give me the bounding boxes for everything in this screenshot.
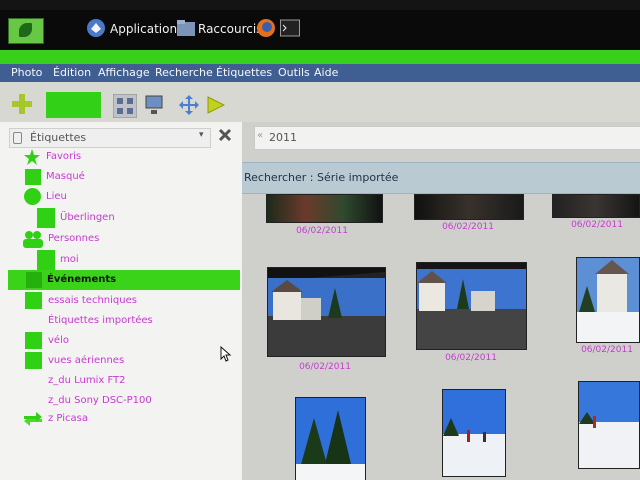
- menu-tools[interactable]: Outils: [278, 66, 310, 79]
- tree-item-hidden[interactable]: Masqué: [0, 168, 242, 186]
- applications-icon[interactable]: [86, 18, 106, 38]
- search-info-bar: Rechercher : Série importée: [242, 162, 640, 194]
- photo-date: 06/02/2011: [299, 362, 351, 372]
- tree-item-label: vélo: [48, 335, 69, 346]
- shortcuts-menu[interactable]: Raccourcis: [198, 22, 262, 36]
- menu-view[interactable]: Affichage: [98, 66, 150, 79]
- tree-item-me[interactable]: moi: [0, 250, 242, 272]
- search-handle-icon: «: [257, 130, 264, 141]
- main-menu-button[interactable]: [8, 18, 44, 44]
- title-bar: [0, 50, 640, 64]
- tag-icon: [13, 132, 22, 144]
- tree-item-label: Personnes: [48, 233, 100, 244]
- tree-item-label: moi: [60, 254, 79, 265]
- tree-item-favorites[interactable]: Favoris: [0, 148, 242, 166]
- toolbar: [0, 82, 640, 123]
- tree-item-label: Überlingen: [60, 212, 115, 223]
- photo-thumbnail[interactable]: [442, 389, 506, 477]
- tag-source-value: Étiquettes: [30, 131, 87, 144]
- tree-item-tech-tests[interactable]: essais techniques: [0, 292, 242, 310]
- screen: Applications Raccourcis Photo Édition Af…: [0, 10, 640, 480]
- add-icon[interactable]: [12, 94, 32, 114]
- photo-date: 06/02/2011: [442, 222, 494, 232]
- event-icon: [26, 272, 42, 288]
- tree-item-bike[interactable]: vélo: [0, 332, 242, 350]
- terminal-icon[interactable]: [280, 18, 300, 38]
- photo-thumbnail[interactable]: [576, 257, 640, 343]
- photo-thumbnail[interactable]: [295, 397, 366, 480]
- menu-help[interactable]: Aide: [314, 66, 338, 79]
- tree-item-lumix[interactable]: z_du Lumix FT2: [0, 372, 242, 390]
- photo-date: 06/02/2011: [571, 220, 623, 230]
- tree-item-label: vues aériennes: [48, 355, 125, 366]
- tree-item-label: z_du Sony DSC-P100: [48, 395, 152, 406]
- tree-item-label: Étiquettes importées: [48, 315, 153, 326]
- photo-thumbnail[interactable]: [267, 267, 386, 357]
- tree-item-sony[interactable]: z_du Sony DSC-P100: [0, 392, 242, 410]
- photo-thumbnail[interactable]: [552, 194, 640, 218]
- tag-square-icon: [37, 208, 55, 228]
- slideshow-play-icon[interactable]: [207, 96, 225, 114]
- tree-item-label: Événements: [47, 274, 117, 285]
- menu-bar: Photo Édition Affichage Recherche Étique…: [0, 64, 640, 82]
- sync-arrows-icon: [24, 412, 42, 426]
- viewer-mode-icon[interactable]: [145, 95, 163, 115]
- tag-square-icon: [25, 352, 42, 369]
- photo-thumbnail[interactable]: [266, 194, 383, 223]
- tree-item-place[interactable]: Lieu: [0, 188, 242, 206]
- tag-source-select[interactable]: Étiquettes ▾: [9, 128, 211, 148]
- tree-item-label: z Picasa: [48, 413, 88, 424]
- tree-item-uberlingen[interactable]: Überlingen: [0, 208, 242, 230]
- photo-thumbnail[interactable]: [414, 194, 524, 220]
- firefox-icon[interactable]: [256, 18, 276, 38]
- search-value: 2011: [269, 131, 297, 144]
- people-icon: [23, 231, 43, 248]
- photo-browser: « 2011 Rechercher : Série importée 06/02…: [242, 122, 640, 480]
- close-icon[interactable]: [218, 128, 232, 142]
- fullscreen-icon[interactable]: [179, 95, 199, 115]
- tree-item-label: essais techniques: [48, 295, 137, 306]
- photo-thumbnail[interactable]: [578, 381, 640, 469]
- photo-date: 06/02/2011: [581, 345, 633, 355]
- top-panel: Applications Raccourcis: [0, 10, 640, 50]
- menu-edit[interactable]: Édition: [53, 66, 91, 79]
- tree-item-label: z_du Lumix FT2: [48, 375, 126, 386]
- photo-date: 06/02/2011: [296, 226, 348, 236]
- photo-thumbnail[interactable]: [416, 262, 527, 350]
- place-icon: [24, 188, 41, 205]
- chevron-down-icon: ▾: [199, 130, 204, 140]
- tree-item-label: Favoris: [46, 151, 82, 162]
- photo-date: 06/02/2011: [445, 353, 497, 363]
- import-button[interactable]: [46, 92, 101, 118]
- tag-square-icon: [25, 292, 42, 309]
- search-info-text: Rechercher : Série importée: [244, 171, 399, 184]
- tree-item-aerial[interactable]: vues aériennes: [0, 352, 242, 370]
- tree-item-picasa[interactable]: z Picasa: [0, 410, 242, 428]
- hidden-icon: [25, 169, 41, 185]
- star-icon: [24, 149, 40, 165]
- tree-item-label: Masqué: [46, 171, 85, 182]
- menu-tags[interactable]: Étiquettes: [216, 66, 272, 79]
- menu-search[interactable]: Recherche: [155, 66, 213, 79]
- tree-item-events[interactable]: Événements: [8, 270, 240, 290]
- applications-menu[interactable]: Applications: [110, 22, 183, 36]
- tag-square-icon: [25, 332, 42, 349]
- browse-mode-icon[interactable]: [113, 94, 137, 118]
- person-icon: [37, 250, 55, 270]
- tree-item-imported-tags[interactable]: Étiquettes importées: [0, 312, 242, 330]
- tree-item-people[interactable]: Personnes: [0, 230, 242, 248]
- tree-item-label: Lieu: [46, 191, 67, 202]
- search-bar[interactable]: « 2011: [254, 126, 640, 150]
- folder-icon[interactable]: [176, 18, 196, 38]
- menu-photo[interactable]: Photo: [11, 66, 42, 79]
- sidebar: Étiquettes ▾ Favoris Masqué Lieu Überlin…: [0, 122, 242, 480]
- mouse-cursor-icon: [220, 346, 232, 362]
